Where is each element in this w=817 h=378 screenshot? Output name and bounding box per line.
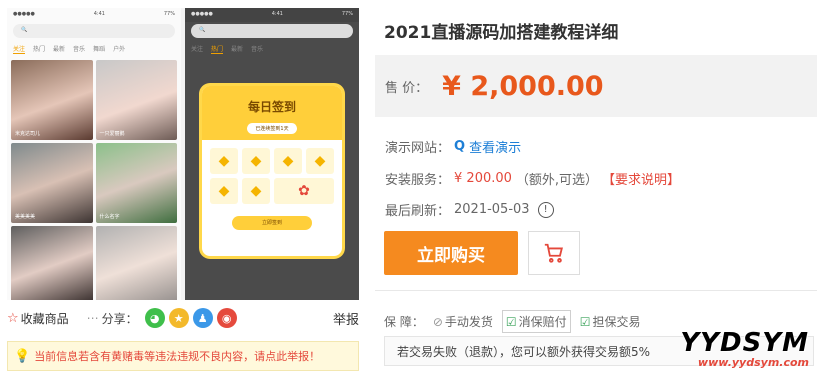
favorite-button[interactable]: ☆ 收藏商品 (7, 310, 69, 327)
price-box: 售 价： ¥ 2,000.00 (375, 55, 817, 117)
phone-screenshot-right: ●●●●● 4:41 77% 🔍 关注 热门 最新 音乐 每日签到 已连续签到1天 … (185, 8, 359, 300)
qq-icon[interactable]: ♟ (192, 308, 213, 328)
weibo-icon[interactable]: ◉ (216, 308, 237, 328)
diamond-icon: ◆ (242, 178, 270, 204)
stream-thumbnail: 美美美美 (11, 143, 93, 223)
guarantee-item[interactable]: ⊘ 手动发货 (430, 311, 496, 332)
qzone-icon[interactable]: ★ (168, 308, 189, 328)
stream-thumbnail: 什么名字 (95, 143, 177, 223)
info-icon[interactable]: ! (537, 201, 554, 218)
diamond-icon: ◆ (306, 148, 334, 174)
last-refresh-row: 最后刷新： 2021-05-03 ! (385, 200, 554, 219)
mock-search-bar: 🔍 (13, 24, 175, 38)
divider (375, 290, 817, 291)
stream-thumbnail: 米克达司儿 (11, 60, 93, 140)
cart-icon (544, 243, 563, 263)
demo-link[interactable]: 查看演示 (469, 137, 521, 156)
report-link[interactable]: 举报 (333, 309, 359, 328)
diamond-icon: ◆ (210, 148, 238, 174)
watermark-logo: YYDSYM www.yydsym.com (680, 328, 809, 369)
share-bar: ☆ 收藏商品 ⋯ 分享： ◕ ★ ♟ ◉ 举报 (7, 306, 359, 330)
guarantee-item[interactable]: ☑ 消保赔付 (501, 310, 571, 333)
search-icon: Q (454, 139, 466, 154)
wechat-icon[interactable]: ◕ (144, 308, 165, 328)
mock-tabs: 关注 热门 最新 音乐 (191, 46, 264, 54)
stream-thumbnail: 一只爱丽鹅 (95, 60, 177, 140)
diamond-icon: ◆ (210, 178, 238, 204)
report-notice[interactable]: 💡 当前信息若含有黄赌毒等违法违规不良内容，请点此举报！ (7, 341, 359, 371)
reward-grid: ◆ ◆ ◆ ◆ ◆ ◆ ✿ (202, 140, 342, 212)
diamond-icon: ◆ (242, 148, 270, 174)
share-section: ⋯ 分享： ◕ ★ ♟ ◉ (87, 308, 237, 328)
mock-tabs: 关注 热门 最新 音乐 舞蹈 户外 (13, 46, 126, 54)
star-icon: ☆ (7, 310, 19, 326)
price-value: ¥ 2,000.00 (442, 70, 604, 102)
product-title: 2021直播源码加搭建教程详细 (384, 23, 619, 43)
lightbulb-icon: 💡 (14, 348, 31, 364)
install-service-row: 安装服务： ¥ 200.00 （额外,可选） 【要求说明】 (385, 169, 681, 188)
stream-thumbnail (11, 226, 93, 300)
checkin-popup: 每日签到 已连续签到1天 ◆ ◆ ◆ ◆ ◆ ◆ ✿ 立即签到 (202, 86, 342, 256)
requirements-link[interactable]: 【要求说明】 (602, 169, 680, 188)
guarantee-item[interactable]: ☑ 担保交易 (577, 311, 644, 332)
product-image[interactable]: ●●●●● 4:41 77% 🔍 关注 热门 最新 音乐 舞蹈 户外 米克达司儿 一… (7, 8, 359, 300)
mock-search-bar: 🔍 (191, 24, 353, 38)
add-to-cart-button[interactable] (528, 231, 580, 275)
check-icon: ☑ (579, 314, 591, 329)
share-icon: ⋯ (86, 311, 99, 325)
phone-screenshot-left: ●●●●● 4:41 77% 🔍 关注 热门 最新 音乐 舞蹈 户外 米克达司儿 一… (7, 8, 181, 300)
mock-stream-grid: 米克达司儿 一只爱丽鹅 美美美美 什么名字 (7, 58, 181, 300)
demo-row: 演示网站： Q 查看演示 (385, 137, 522, 156)
buy-now-button[interactable]: 立即购买 (384, 231, 518, 275)
guarantee-row: 保 障： ⊘ 手动发货 ☑ 消保赔付 ☑ 担保交易 (384, 310, 643, 333)
stream-thumbnail (95, 226, 177, 300)
check-icon: ⊘ (432, 314, 443, 329)
diamond-icon: ◆ (274, 148, 302, 174)
gift-icon: ✿ (274, 178, 334, 204)
check-icon: ☑ (505, 314, 517, 329)
